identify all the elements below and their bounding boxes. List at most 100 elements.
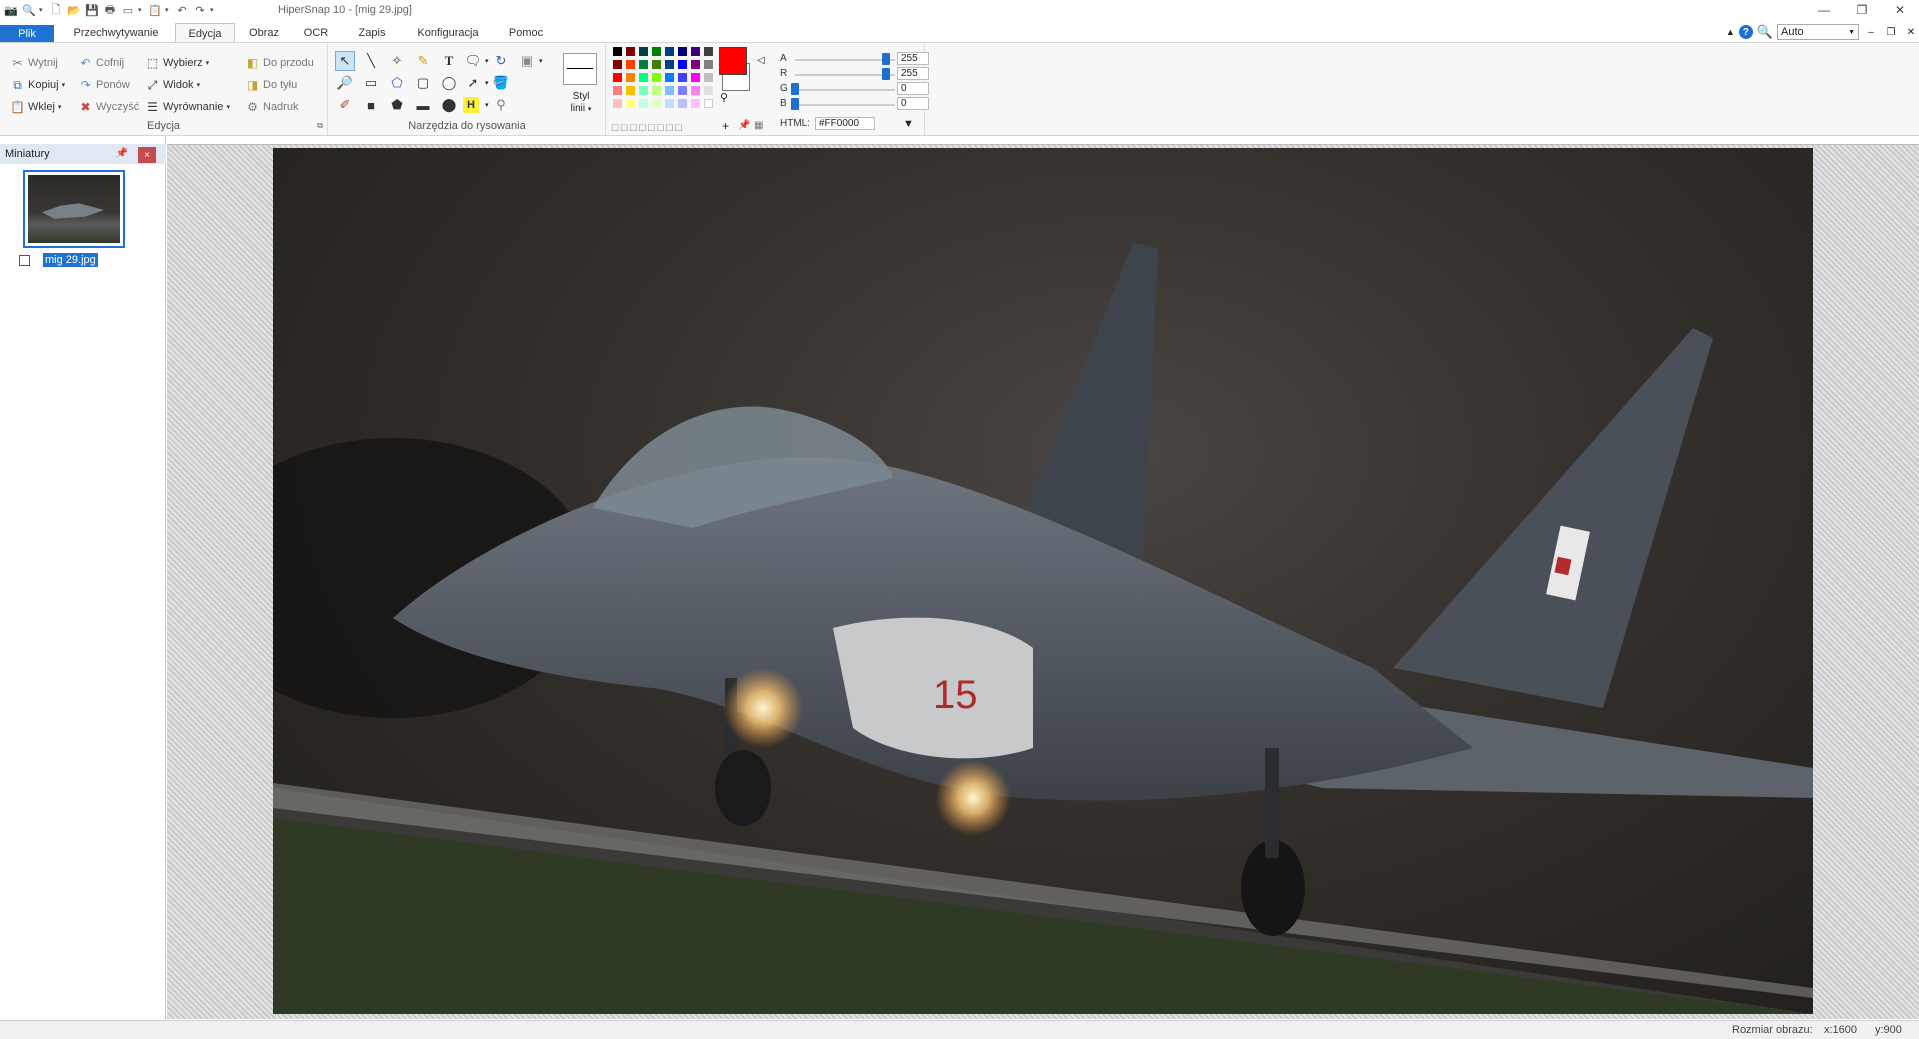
palette-swatch[interactable] — [704, 47, 713, 56]
bring-forward-button[interactable]: ◧ Do przodu — [245, 54, 314, 72]
fill-bucket-icon[interactable]: 🪣 — [491, 73, 511, 93]
arrow-tool-icon[interactable]: ➚ — [463, 73, 483, 93]
blue-value[interactable]: 0 — [897, 97, 929, 110]
capture-icon[interactable]: 🔍 — [21, 3, 37, 17]
close-button[interactable]: ✕ — [1881, 0, 1919, 20]
palette-swatch[interactable] — [652, 86, 661, 95]
palette-swatch[interactable] — [678, 60, 687, 69]
select-dropdown-icon[interactable]: ▾ — [206, 59, 210, 67]
stamp-button[interactable]: ⚙ Nadruk — [245, 98, 298, 116]
redo-icon[interactable]: ↷ — [192, 3, 208, 17]
pin-color-icon[interactable]: 📌 — [738, 120, 750, 131]
palette-swatch[interactable] — [704, 99, 713, 108]
palette-swatch[interactable] — [639, 60, 648, 69]
color-dialog-icon[interactable]: ▦ — [754, 120, 763, 131]
palette-swatch[interactable] — [678, 73, 687, 82]
line-style-button[interactable]: Styl linii ▾ — [561, 91, 601, 116]
palette-swatch[interactable] — [626, 60, 635, 69]
align-dropdown-icon[interactable]: ▾ — [226, 103, 230, 111]
alpha-slider-thumb[interactable] — [882, 53, 890, 65]
palette-swatch[interactable] — [639, 73, 648, 82]
mdi-minimize-icon[interactable]: – — [1863, 27, 1879, 38]
callout-tool-icon[interactable]: 🗨 — [463, 51, 483, 71]
palette-swatch[interactable] — [665, 60, 674, 69]
eraser-tool-icon[interactable]: ✐ — [335, 95, 355, 115]
collapse-ribbon-icon[interactable]: ▲ — [1726, 27, 1735, 37]
cut-button[interactable]: ✂ Wytnij — [10, 54, 57, 72]
palette-swatch[interactable] — [678, 47, 687, 56]
palette-swatch[interactable] — [613, 86, 622, 95]
palette-swatch[interactable] — [626, 73, 635, 82]
filled-rectangle-tool-icon[interactable]: ■ — [361, 95, 381, 115]
add-color-icon[interactable]: + — [722, 119, 729, 133]
palette-swatch[interactable] — [613, 73, 622, 82]
palette-swatch[interactable] — [691, 86, 700, 95]
palette-swatch[interactable] — [613, 60, 622, 69]
copy-button[interactable]: ⧉ Kopiuj ▾ — [10, 76, 65, 94]
clipboard-dropdown-icon[interactable]: ▾ — [165, 6, 172, 14]
align-button[interactable]: ☰ Wyrównanie ▾ — [145, 98, 230, 116]
palette-swatch[interactable] — [639, 47, 648, 56]
text-tool-icon[interactable]: T — [439, 51, 459, 71]
palette-swatch[interactable] — [665, 99, 674, 108]
green-slider-thumb[interactable] — [791, 83, 799, 95]
mdi-close-icon[interactable]: ✕ — [1903, 27, 1919, 38]
close-panel-icon[interactable]: × — [138, 147, 156, 163]
palette-swatch[interactable] — [652, 47, 661, 56]
thumbnail-item[interactable] — [23, 170, 125, 248]
thumbnail-label[interactable]: mig 29.jpg — [43, 253, 98, 267]
palette-swatch[interactable] — [639, 86, 648, 95]
dialog-launcher-icon[interactable]: ⧉ — [317, 121, 323, 131]
arc-tool-icon[interactable]: ↻ — [491, 51, 511, 71]
open-folder-icon[interactable]: 📂 — [66, 3, 82, 17]
palette-swatch[interactable] — [691, 60, 700, 69]
highlight-tool-icon[interactable]: H — [463, 97, 479, 113]
window-capture-icon[interactable]: ▭ — [120, 3, 136, 17]
green-slider[interactable] — [795, 89, 895, 91]
palette-swatch[interactable] — [691, 99, 700, 108]
undo-button[interactable]: ↶ Cofnij — [78, 54, 124, 72]
pencil-tool-icon[interactable]: ✎ — [413, 51, 433, 71]
green-value[interactable]: 0 — [897, 82, 929, 95]
tab-capture[interactable]: Przechwytywanie — [64, 24, 168, 42]
ellipse-tool-icon[interactable]: ◯ — [439, 73, 459, 93]
filled-ellipse-tool-icon[interactable]: ⬤ — [439, 95, 459, 115]
tab-configuration[interactable]: Konfiguracja — [408, 24, 488, 42]
palette-swatch[interactable] — [691, 73, 700, 82]
capture-dropdown-icon[interactable]: ▾ — [39, 6, 46, 14]
palette-swatch[interactable] — [678, 99, 687, 108]
customize-toolbar-icon[interactable]: ▾ — [210, 6, 217, 14]
palette-swatch[interactable] — [613, 99, 622, 108]
red-slider[interactable] — [795, 74, 895, 76]
tab-help[interactable]: Pomoc — [500, 24, 552, 42]
red-value[interactable]: 255 — [897, 67, 929, 80]
minimize-button[interactable]: — — [1805, 0, 1843, 20]
palette-swatch[interactable] — [652, 60, 661, 69]
palette-swatch[interactable] — [665, 47, 674, 56]
red-slider-thumb[interactable] — [882, 68, 890, 80]
zoom-select[interactable]: Auto ▼ — [1777, 24, 1859, 40]
palette-swatch[interactable] — [665, 73, 674, 82]
alpha-slider[interactable] — [795, 59, 895, 61]
custom-colors-row[interactable]: ☐☐☐☐☐☐☐☐ — [611, 123, 684, 134]
line-tool-icon[interactable]: ╲ — [361, 51, 381, 71]
palette-swatch[interactable] — [652, 99, 661, 108]
clipboard-icon[interactable]: 📋 — [147, 3, 163, 17]
rectangle-tool-icon[interactable]: ▭ — [361, 73, 381, 93]
mdi-restore-icon[interactable]: ❐ — [1883, 27, 1899, 38]
restore-button[interactable]: ❐ — [1843, 0, 1881, 20]
pin-icon[interactable]: 📌 — [116, 148, 128, 159]
highlight-dropdown-icon[interactable]: ▾ — [485, 101, 489, 109]
line-style-preview[interactable] — [563, 53, 597, 85]
blue-slider[interactable] — [795, 104, 895, 106]
save-icon[interactable]: 💾 — [84, 3, 100, 17]
polyline-tool-icon[interactable]: ✧ — [387, 51, 407, 71]
palette-swatch[interactable] — [704, 60, 713, 69]
clear-button[interactable]: ✖ Wyczyść — [78, 98, 139, 116]
app-icon[interactable]: 📷 — [3, 3, 19, 17]
print-icon[interactable]: 🖶 — [102, 3, 118, 17]
palette-swatch[interactable] — [626, 99, 635, 108]
redo-button[interactable]: ↷ Ponów — [78, 76, 129, 94]
palette-swatch[interactable] — [691, 47, 700, 56]
swap-colors-icon[interactable]: ◁ — [757, 55, 765, 66]
